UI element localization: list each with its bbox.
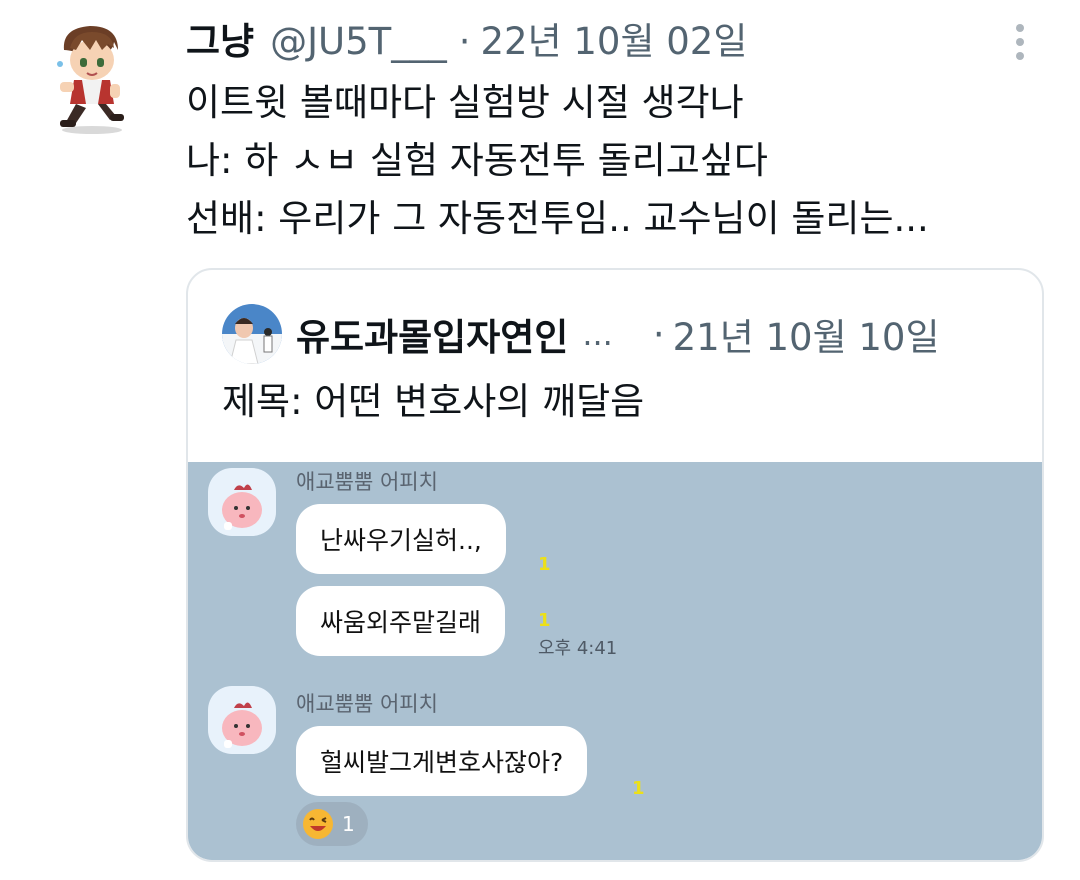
tweet-text-line: 이트윗 볼때마다 실험방 시절 생각나 <box>186 81 744 124</box>
apeach-icon <box>222 702 262 748</box>
quoted-tweet-date[interactable]: 21년 10월 10일 <box>673 307 940 361</box>
quoted-avatar-image <box>222 304 282 364</box>
apeach-icon <box>222 484 262 530</box>
chat-message-bubble: 싸움외주맡길래 <box>296 586 506 656</box>
separator-dot: · <box>458 20 471 63</box>
chat-message-bubble: 헐씨발그게변호사잖아? <box>296 726 588 796</box>
tweet-text: 이트윗 볼때마다 실험방 시절 생각나 나: 하 ㅅㅂ 실험 자동전투 돌리고싶… <box>186 74 1066 248</box>
chat-avatar-apeach <box>208 468 276 536</box>
unread-count: 1 <box>538 610 551 631</box>
user-handle[interactable]: @JU5T___ <box>270 16 447 68</box>
chat-screenshot[interactable]: 애교뿜뿜 어피치 난싸우기실허.., 1 싸움외주맡길래 1 오후 4:41 애… <box>188 462 1042 860</box>
chat-sender-name: 애교뿜뿜 어피치 <box>296 470 438 494</box>
avatar-illustration <box>57 26 124 134</box>
quoted-tweet-card[interactable]: 유도과몰입자연인 ... · 21년 10월 10일 제목: 어떤 변호사의 깨… <box>186 268 1044 862</box>
display-name[interactable]: 그냥 <box>186 16 254 68</box>
emoji-reaction[interactable]: 1 <box>296 802 368 846</box>
chat-avatar-apeach <box>208 686 276 754</box>
profile-avatar[interactable] <box>52 20 132 136</box>
truncation-ellipsis: ... <box>582 315 613 353</box>
tweet-date[interactable]: 22년 10월 02일 <box>481 16 748 68</box>
quoted-avatar[interactable] <box>222 304 282 364</box>
tweet: 그냥 @JU5T___ · 22년 10월 02일 이트윗 볼때마다 실험방 시… <box>0 0 1080 880</box>
more-dot <box>1016 52 1024 60</box>
unread-count: 1 <box>538 554 551 575</box>
laughing-emoji-icon <box>303 809 333 839</box>
quoted-tweet-text: 제목: 어떤 변호사의 깨달음 <box>222 380 645 423</box>
more-dot <box>1016 24 1024 32</box>
message-time: 오후 4:41 <box>538 638 618 659</box>
chat-sender-name: 애교뿜뿜 어피치 <box>296 692 438 716</box>
more-options-icon[interactable] <box>1008 20 1032 64</box>
chat-message-bubble: 난싸우기실허.., <box>296 504 506 574</box>
more-dot <box>1016 38 1024 46</box>
tweet-text-line: 나: 하 ㅅㅂ 실험 자동전투 돌리고싶다 <box>186 139 768 182</box>
separator-dot: · <box>652 312 665 356</box>
quoted-tweet-header: 유도과몰입자연인 ... · 21년 10월 10일 <box>222 304 940 364</box>
unread-count: 1 <box>632 778 645 799</box>
tweet-text-line: 선배: 우리가 그 자동전투임.. 교수님이 돌리는... <box>186 197 929 240</box>
reaction-count: 1 <box>342 812 355 836</box>
tweet-header: 그냥 @JU5T___ · 22년 10월 02일 <box>186 16 747 68</box>
quoted-display-name[interactable]: 유도과몰입자연인 <box>296 307 568 361</box>
